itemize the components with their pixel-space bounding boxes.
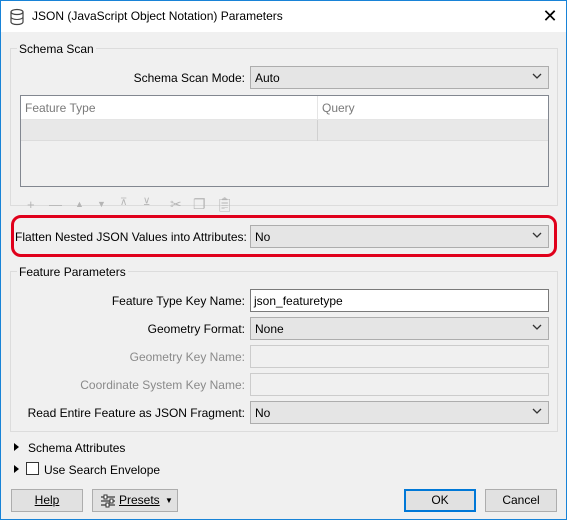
move-bottom-icon[interactable]: ⊻ [143,197,150,208]
help-button-label: Help [34,493,60,507]
feature-type-key-value: json_featuretype [254,294,343,308]
paste-icon[interactable]: 📋︎ [216,196,234,213]
schema-scan-mode-value: Auto [255,71,280,85]
chevron-down-icon [532,324,542,330]
search-envelope-expander[interactable]: Use Search Envelope [13,462,213,478]
geometry-key-field [250,345,549,368]
schema-attributes-label: Schema Attributes [28,441,126,455]
read-entire-label: Read Entire Feature as JSON Fragment: [27,406,245,420]
cancel-button[interactable]: Cancel [485,489,557,512]
presets-button[interactable]: Presets ▼ [92,489,178,512]
move-up-icon[interactable]: ▲ [75,199,84,209]
close-icon[interactable]: ✕ [538,5,562,29]
ok-button-label: OK [431,493,449,507]
feature-type-key-label: Feature Type Key Name: [111,294,245,308]
move-down-icon[interactable]: ▼ [97,199,106,209]
copy-icon[interactable]: ❐ [193,196,206,213]
expand-arrow-icon [14,465,19,473]
highlight-outline [11,215,557,257]
chevron-down-icon [532,408,542,414]
title-bar: JSON (JavaScript Object Notation) Parame… [1,1,566,32]
read-entire-select[interactable]: No [250,401,549,424]
remove-icon[interactable]: — [49,197,62,212]
column-separator [317,120,318,141]
schema-scan-table[interactable]: Feature Type Query [20,95,549,187]
search-envelope-label: Use Search Envelope [44,463,161,477]
search-envelope-checkbox[interactable] [26,462,39,475]
coord-sys-key-label: Coordinate System Key Name: [80,378,245,392]
cancel-button-label: Cancel [502,493,540,507]
geometry-key-label: Geometry Key Name: [129,350,245,364]
presets-button-label: Presets [119,493,160,507]
feature-parameters-group-label: Feature Parameters [17,265,128,279]
cut-icon[interactable]: ✂ [170,196,182,213]
help-button[interactable]: Help [11,489,83,512]
presets-icon [101,494,115,508]
table-row[interactable] [21,120,548,141]
schema-scan-mode-label: Schema Scan Mode: [133,71,245,85]
column-header-query[interactable]: Query [322,101,355,115]
add-icon[interactable]: + [27,197,35,212]
schema-scan-group-label: Schema Scan [17,42,96,56]
dialog-window: JSON (JavaScript Object Notation) Parame… [0,0,567,520]
read-entire-value: No [255,406,271,420]
column-header-feature-type[interactable]: Feature Type [25,101,96,115]
ok-button[interactable]: OK [404,489,476,512]
window-title: JSON (JavaScript Object Notation) Parame… [32,9,283,23]
dropdown-triangle-icon: ▼ [165,496,173,505]
geometry-format-label: Geometry Format: [147,322,245,336]
table-header: Feature Type Query [21,96,548,120]
column-separator [317,96,318,120]
geometry-format-value: None [255,322,284,336]
feature-type-key-field[interactable]: json_featuretype [250,289,549,312]
database-icon [10,8,24,26]
schema-scan-mode-select[interactable]: Auto [250,66,549,89]
geometry-format-select[interactable]: None [250,317,549,340]
schema-attributes-expander[interactable]: Schema Attributes [13,441,213,457]
move-top-icon[interactable]: ⊼ [120,197,127,208]
chevron-down-icon [532,73,542,79]
expand-arrow-icon [14,443,19,451]
coord-sys-key-field [250,373,549,396]
